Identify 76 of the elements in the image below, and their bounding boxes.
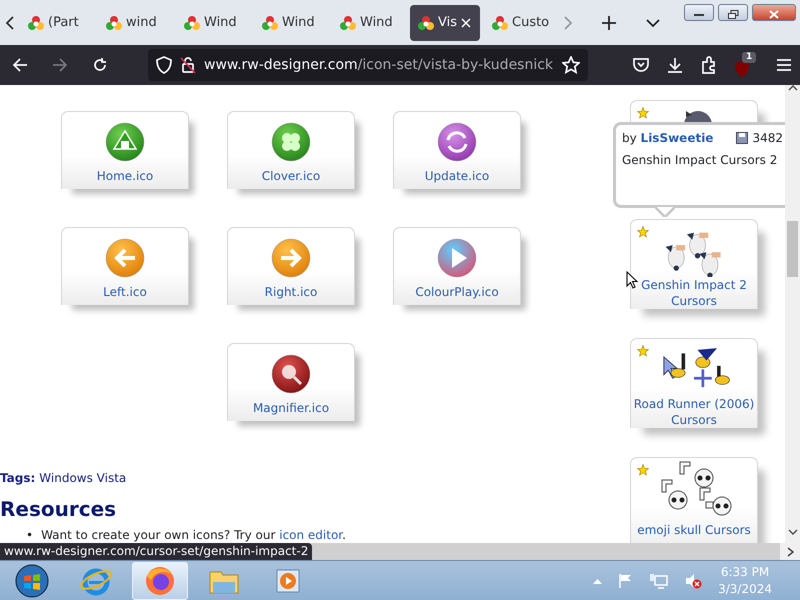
cursor-set-card[interactable]: emoji skull Cursors: [630, 457, 758, 543]
house-icon: [105, 122, 145, 162]
site-icon: [418, 14, 434, 30]
address-bar[interactable]: www.rw-designer.com/icon-set/vista-by-kudesnick: [148, 49, 588, 81]
set-title: Genshin Impact Cursors 2: [622, 152, 778, 169]
section-heading: Resources: [0, 497, 118, 521]
menu-icon[interactable]: [776, 58, 792, 72]
vertical-scrollbar[interactable]: [785, 85, 800, 543]
icon-card[interactable]: Update.ico: [393, 111, 521, 189]
icon-card[interactable]: ColourPlay.ico: [393, 227, 521, 305]
cursor-set-card[interactable]: Road Runner (2006) Cursors: [630, 338, 758, 428]
refresh-icon: [437, 122, 477, 162]
icon-card[interactable]: Left.ico: [61, 227, 189, 305]
close-icon: [769, 10, 779, 20]
editor-link[interactable]: icon editor: [279, 528, 342, 542]
reload-icon: [92, 57, 108, 73]
star-icon: [637, 464, 649, 476]
new-tab-icon[interactable]: [602, 16, 616, 30]
ublock-extension-button[interactable]: 1: [734, 52, 760, 78]
start-orb-icon: [15, 564, 49, 598]
tab-list-icon[interactable]: [646, 18, 660, 28]
mouse-pointer-icon: [626, 271, 638, 289]
close-icon[interactable]: [461, 18, 471, 28]
link-url-tooltip: www.rw-designer.com/cursor-set/genshin-impact-2: [0, 543, 312, 560]
icon-card[interactable]: Right.ico: [227, 227, 355, 305]
scroll-right-icon: [786, 546, 794, 556]
scrollbar-thumb[interactable]: [787, 221, 798, 277]
forward-arrow-icon: [52, 58, 68, 72]
play-icon: [437, 238, 477, 278]
lock-icon: [180, 56, 196, 74]
site-icon: [106, 14, 122, 30]
extension-badge: 1: [742, 52, 756, 63]
icon-card[interactable]: Magnifier.ico: [227, 343, 355, 421]
bullet: •: [26, 527, 34, 543]
url-text: www.rw-designer.com/icon-set/vista-by-kudesnick: [204, 56, 554, 74]
star-icon: [637, 226, 649, 238]
cursor-set-card[interactable]: Genshin Impact 2 Cursors: [630, 219, 758, 309]
site-icon: [340, 14, 356, 30]
restore-icon: [728, 10, 738, 20]
scroll-up-icon: [788, 85, 798, 91]
tag-link[interactable]: Windows Vista: [39, 469, 126, 487]
tags-label: Tags:: [0, 470, 36, 487]
browser-tab[interactable]: wind: [98, 4, 172, 40]
site-icon: [184, 14, 200, 30]
site-icon: [262, 14, 278, 30]
star-icon: [637, 107, 649, 119]
star-icon: [637, 345, 649, 357]
resource-item: Want to create your own icons? Try our icon editor.: [41, 527, 346, 543]
browser-tab[interactable]: Wind: [176, 4, 250, 40]
extensions-icon[interactable]: [700, 56, 718, 74]
clover-icon: [271, 122, 311, 162]
download-icon[interactable]: [666, 56, 684, 74]
site-icon: [492, 14, 508, 30]
taskbar-button[interactable]: [132, 562, 188, 600]
shield-icon: [734, 60, 750, 78]
pocket-icon[interactable]: [632, 56, 650, 74]
minimize-button[interactable]: [684, 4, 714, 21]
close-window-button[interactable]: [752, 4, 796, 21]
browser-tab[interactable]: (Part: [20, 4, 94, 40]
bookmark-star-icon[interactable]: [562, 56, 580, 74]
back-arrow-icon: [12, 58, 28, 72]
browser-tab[interactable]: Wind: [332, 4, 406, 40]
browser-tab[interactable]: Vis: [410, 4, 480, 40]
scroll-down-icon: [788, 529, 798, 535]
speaker-icon[interactable]: [684, 572, 702, 588]
browser-tab[interactable]: Wind: [254, 4, 328, 40]
restore-button[interactable]: [718, 4, 748, 21]
download-count: 3482: [752, 130, 783, 147]
author-line: by LisSweetie: [622, 130, 714, 147]
magnifier-icon: [271, 354, 311, 394]
site-icon: [28, 14, 44, 30]
icon-card[interactable]: Home.ico: [61, 111, 189, 189]
scroll-left-icon[interactable]: [4, 16, 16, 30]
browser-tab[interactable]: Custo: [484, 4, 558, 40]
shield-icon: [156, 56, 172, 74]
icon-card[interactable]: Clover.ico: [227, 111, 355, 189]
